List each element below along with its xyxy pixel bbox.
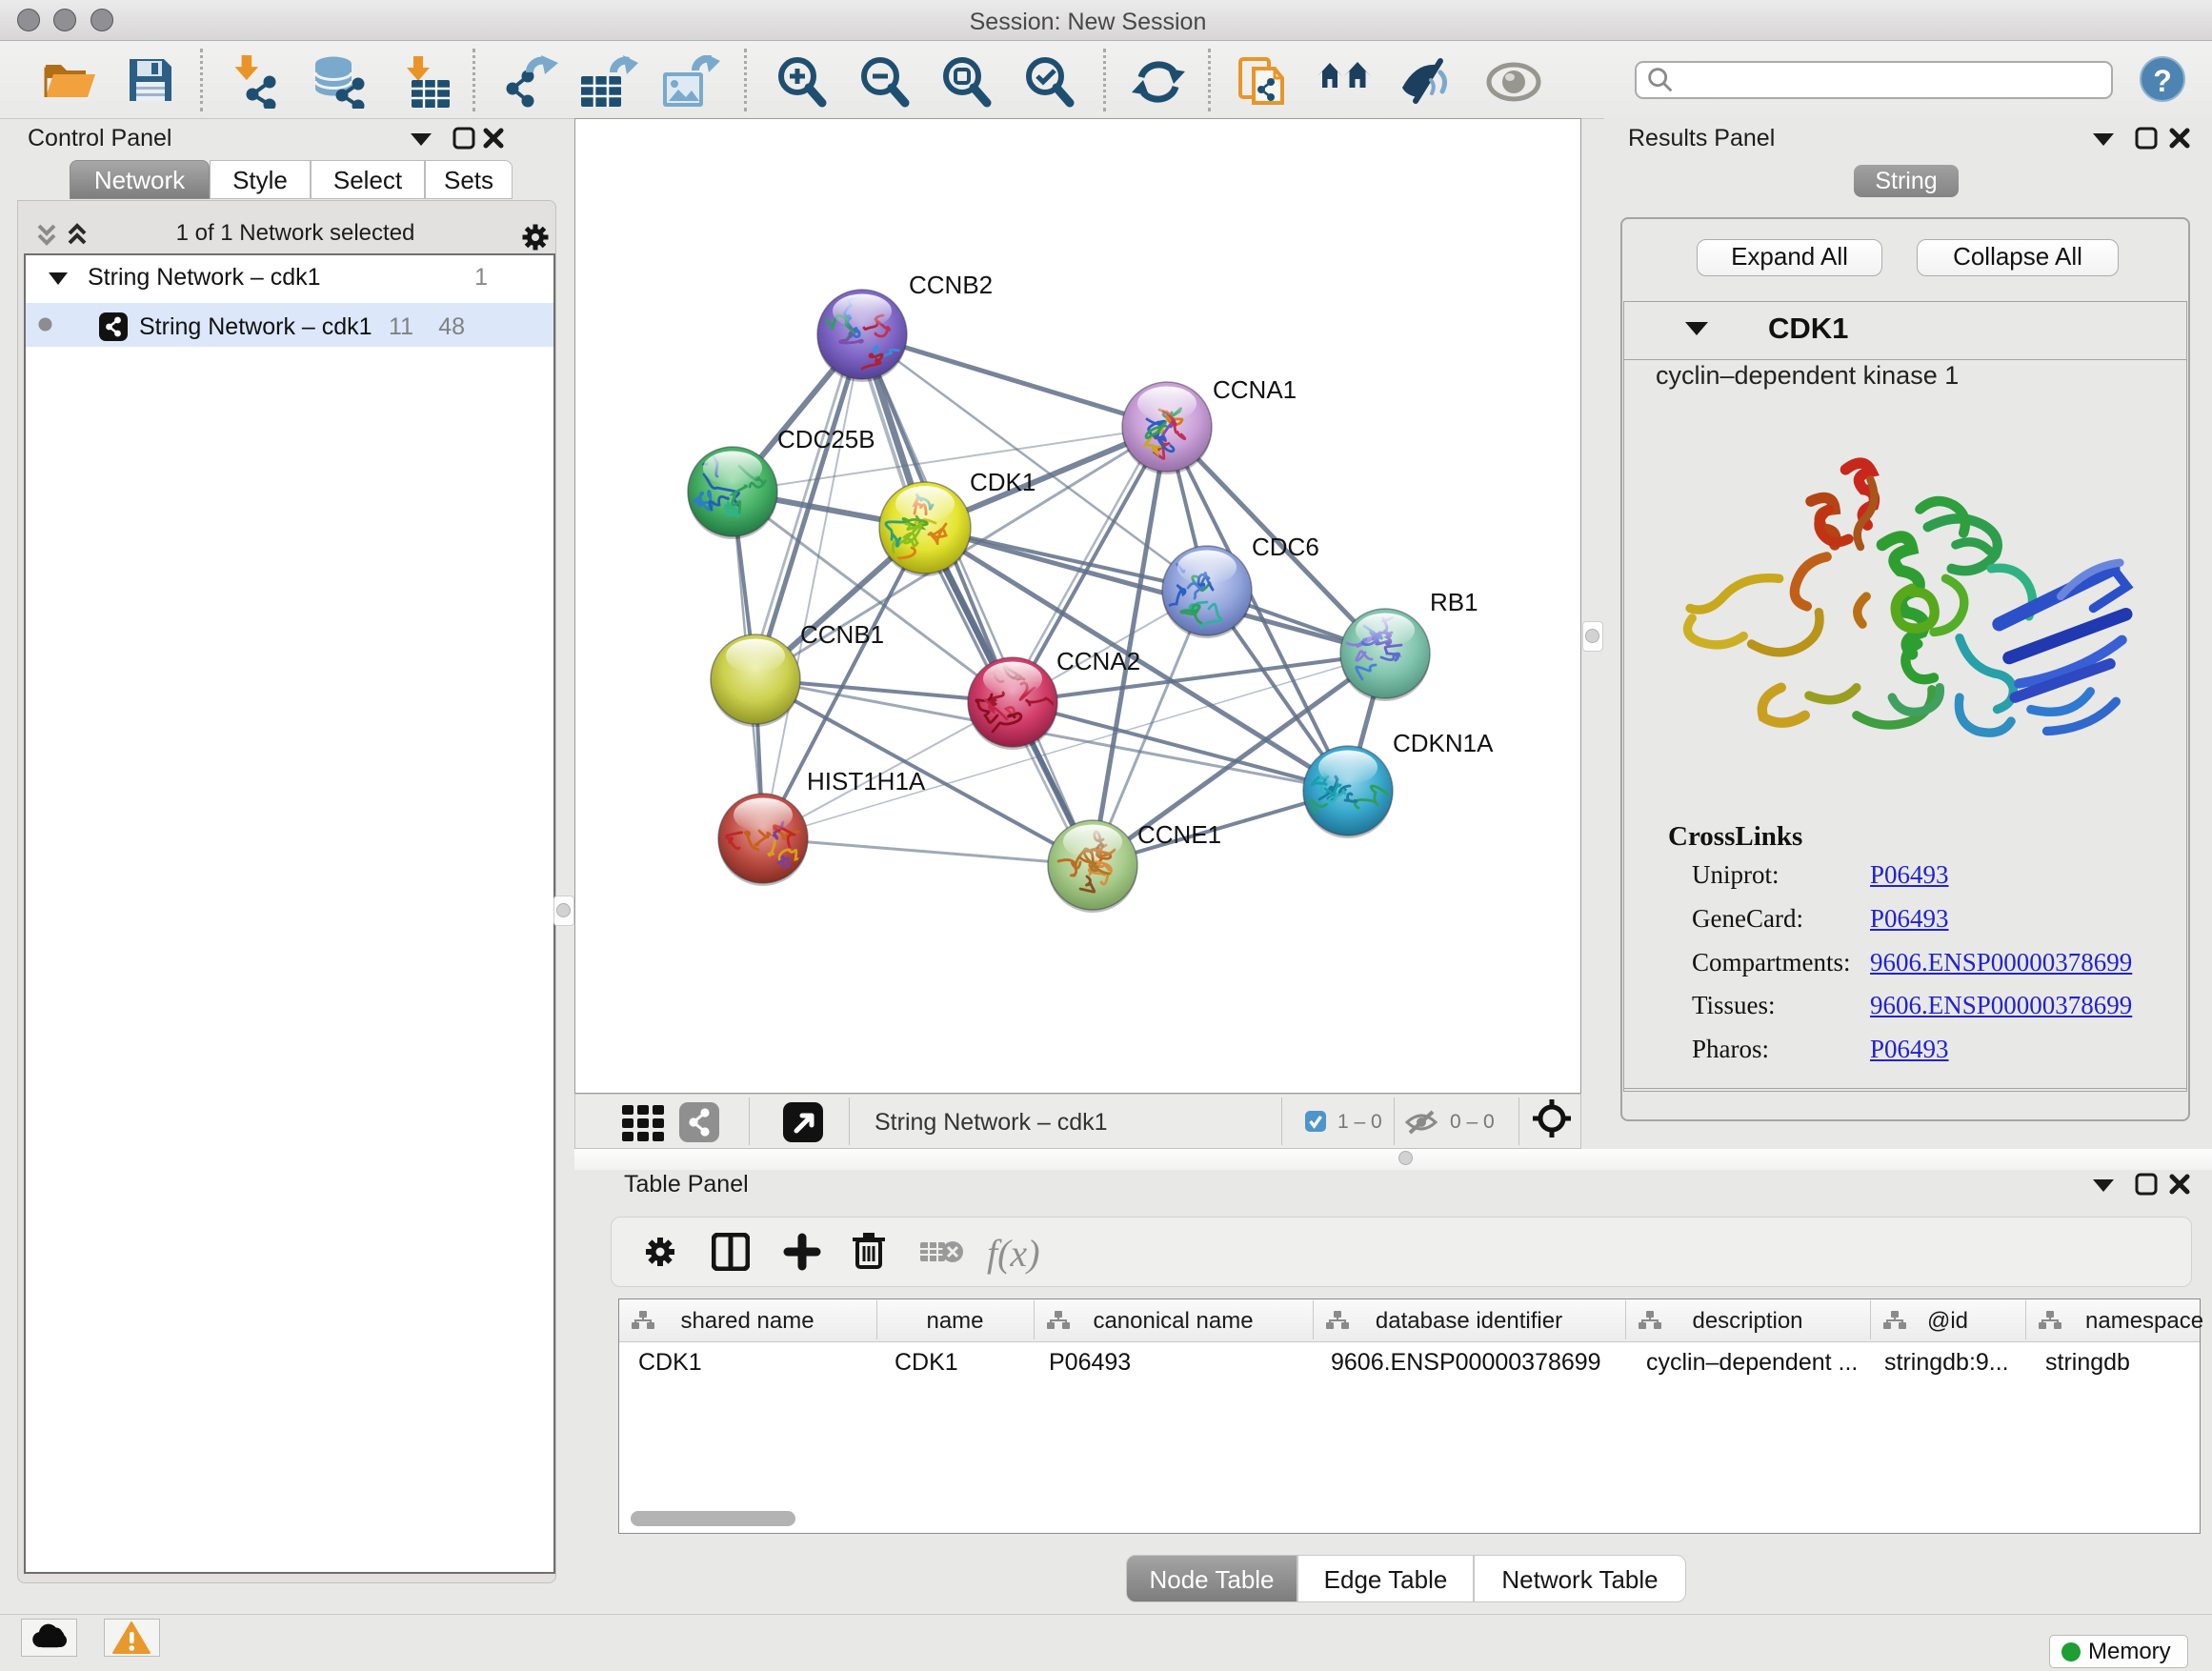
svg-text:CDC25B: CDC25B xyxy=(777,425,875,453)
svg-text:CDKN1A: CDKN1A xyxy=(1393,729,1494,757)
svg-text:HIST1H1A: HIST1H1A xyxy=(807,767,926,795)
svg-text:CCNB1: CCNB1 xyxy=(800,620,884,649)
svg-text:CCNA2: CCNA2 xyxy=(1056,647,1140,675)
svg-text:CCNE1: CCNE1 xyxy=(1137,820,1221,849)
svg-text:RB1: RB1 xyxy=(1430,588,1478,616)
svg-text:CDK1: CDK1 xyxy=(970,468,1036,496)
svg-text:CDC6: CDC6 xyxy=(1252,533,1319,561)
svg-text:CCNA1: CCNA1 xyxy=(1213,375,1297,404)
svg-text:CCNB2: CCNB2 xyxy=(909,271,993,299)
